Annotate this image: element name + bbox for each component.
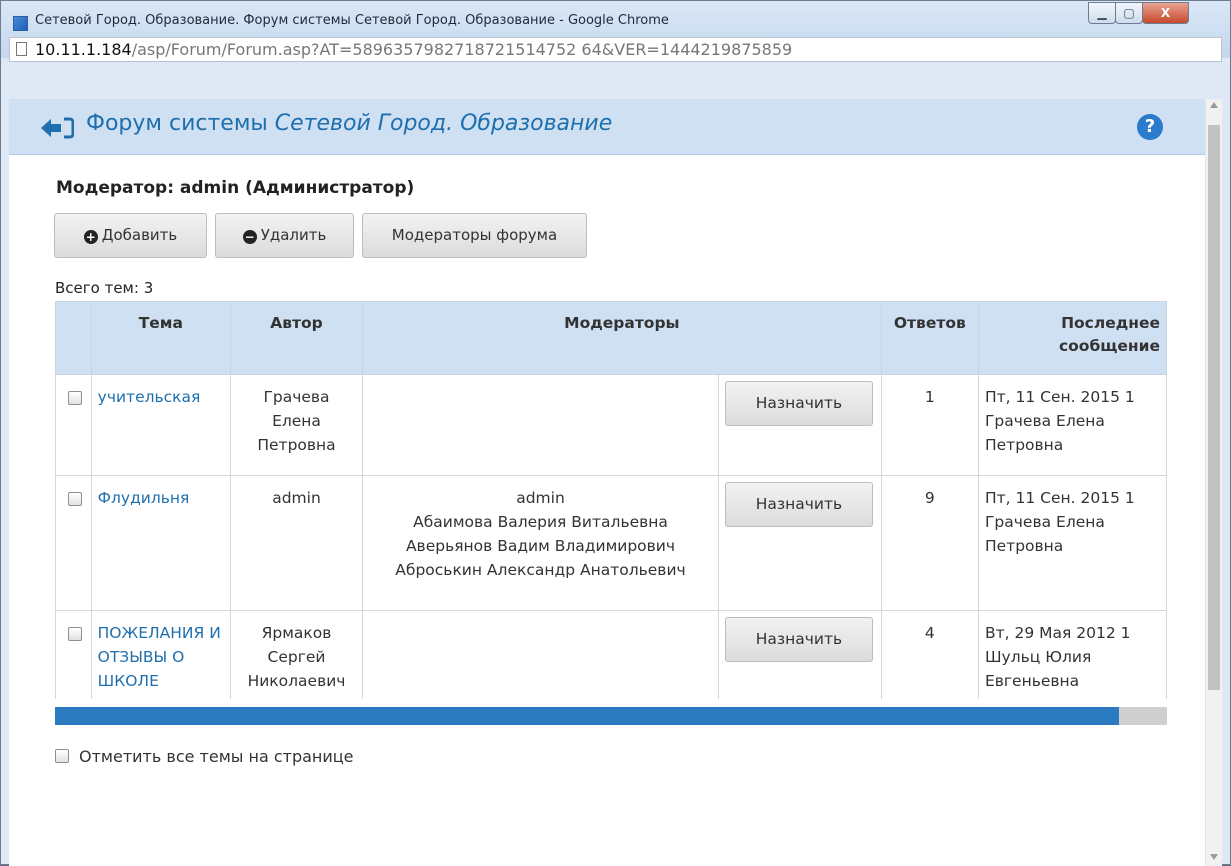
scroll-up-arrow-icon[interactable]	[1210, 102, 1218, 108]
address-bar[interactable]: 10.11.1.184/asp/Forum/Forum.asp?AT=58963…	[9, 37, 1222, 62]
horizontal-scrollbar[interactable]	[55, 707, 1167, 725]
last-message-cell: Пт, 11 Сен. 2015 1 Грачева Елена Петровна	[977, 475, 1167, 611]
moderator-name: Аверьянов Вадим Владимирович	[405, 537, 676, 555]
table-row: ПОЖЕЛАНИЯ И ОТЗЫВЫ О ШКОЛЕ Ярмаков Серге…	[55, 610, 1167, 699]
assign-button[interactable]: Назначить	[724, 482, 873, 527]
topic-link[interactable]: учительская	[98, 388, 201, 406]
moderator-name: Аброськин Александр Анатольевич	[395, 561, 686, 579]
topic-link[interactable]: ПОЖЕЛАНИЯ И ОТЗЫВЫ О ШКОЛЕ	[98, 624, 221, 690]
delete-button-label: Удалить	[260, 226, 327, 244]
vertical-scrollbar[interactable]	[1205, 99, 1222, 866]
table-row: Флудильня admin admin Абаимова Валерия В…	[55, 475, 1167, 611]
replies-cell: 1	[880, 374, 979, 476]
header-select	[55, 301, 92, 375]
last-message-author: Грачева Елена Петровна	[984, 412, 1105, 454]
last-message-author: Шульц Юлия Евгеньевна	[984, 648, 1092, 690]
page-viewport: Форум системы Сетевой Город. Образование…	[9, 99, 1222, 866]
forum-moderators-button[interactable]: Модераторы форума	[362, 213, 587, 258]
row-select-cell	[55, 610, 92, 699]
page-title-prefix: Форум системы	[86, 111, 275, 136]
replies-cell: 9	[880, 475, 979, 611]
moderators-cell	[362, 610, 719, 699]
moderators-cell: admin Абаимова Валерия Витальевна Аверья…	[362, 475, 719, 611]
vertical-scroll-thumb[interactable]	[1208, 125, 1220, 690]
plus-circle-icon: +	[83, 230, 98, 244]
delete-button[interactable]: − Удалить	[215, 213, 354, 258]
scroll-down-arrow-icon[interactable]	[1210, 854, 1218, 860]
app-icon	[13, 16, 28, 31]
row-select-cell	[55, 475, 92, 611]
help-icon[interactable]: ?	[1137, 114, 1163, 140]
row-checkbox[interactable]	[68, 391, 82, 405]
select-all-label: Отметить все темы на странице	[79, 747, 354, 766]
window-title: Сетевой Город. Образование. Форум систем…	[35, 13, 669, 28]
moderators-cell	[362, 374, 719, 476]
author-cell: admin	[229, 475, 364, 611]
header-topic[interactable]: Тема	[90, 301, 231, 375]
topics-table-wrapper: Тема Автор Модераторы Ответов Последнее …	[55, 301, 1167, 699]
add-button-label: Добавить	[101, 226, 178, 244]
page-icon	[16, 42, 27, 56]
last-message-cell: Пт, 11 Сен. 2015 1 Грачева Елена Петровна	[977, 374, 1167, 476]
url-text[interactable]: 10.11.1.184/asp/Forum/Forum.asp?AT=58963…	[35, 40, 792, 59]
moderator-name: admin	[516, 489, 565, 507]
author-cell: Ярмаков Сергей Николаевич	[229, 610, 364, 699]
back-icon[interactable]	[40, 117, 74, 139]
header-author[interactable]: Автор	[229, 301, 364, 375]
close-button[interactable]: X	[1142, 2, 1189, 24]
last-message-date: Вт, 29 Мая 2012 1	[984, 624, 1131, 642]
maximize-button[interactable]: ▢	[1115, 2, 1143, 24]
replies-cell: 4	[880, 610, 979, 699]
assign-button[interactable]: Назначить	[724, 617, 873, 662]
horizontal-scroll-thumb[interactable]	[55, 707, 1119, 725]
row-checkbox[interactable]	[68, 627, 82, 641]
table-row: учительская Грачева Елена Петровна Назна…	[55, 374, 1167, 476]
total-topics: Всего тем: 3	[55, 279, 154, 297]
minimize-button[interactable]: ▁	[1088, 2, 1116, 24]
browser-window: Сетевой Город. Образование. Форум систем…	[0, 0, 1231, 866]
assign-cell: Назначить	[717, 475, 882, 611]
forum-header: Форум системы Сетевой Город. Образование…	[9, 99, 1205, 155]
last-message-date: Пт, 11 Сен. 2015 1	[984, 388, 1135, 406]
page-title: Форум системы Сетевой Город. Образование	[86, 111, 612, 136]
moderator-line: Модератор: admin (Администратор)	[56, 178, 415, 198]
header-replies[interactable]: Ответов	[880, 301, 979, 375]
moderator-name: Абаимова Валерия Витальевна	[413, 513, 668, 531]
header-moderators: Модераторы	[362, 301, 882, 375]
assign-button[interactable]: Назначить	[724, 381, 873, 426]
minus-circle-icon: −	[242, 230, 257, 244]
select-all[interactable]: Отметить все темы на странице	[55, 747, 354, 766]
page-title-italic: Сетевой Город. Образование	[274, 111, 613, 136]
row-select-cell	[55, 374, 92, 476]
add-button[interactable]: + Добавить	[54, 213, 207, 258]
assign-cell: Назначить	[717, 610, 882, 699]
assign-cell: Назначить	[717, 374, 882, 476]
header-last-message[interactable]: Последнее сообщение	[977, 301, 1167, 375]
table-header-row: Тема Автор Модераторы Ответов Последнее …	[55, 301, 1167, 375]
row-checkbox[interactable]	[68, 492, 82, 506]
last-message-author: Грачева Елена Петровна	[984, 513, 1105, 555]
last-message-cell: Вт, 29 Мая 2012 1 Шульц Юлия Евгеньевна	[977, 610, 1167, 699]
url-host: 10.11.1.184	[35, 40, 132, 59]
topics-table: Тема Автор Модераторы Ответов Последнее …	[55, 301, 1167, 699]
last-message-date: Пт, 11 Сен. 2015 1	[984, 489, 1135, 507]
url-path: /asp/Forum/Forum.asp?AT=5896357982718721…	[131, 40, 793, 59]
select-all-checkbox[interactable]	[55, 749, 69, 763]
topic-link[interactable]: Флудильня	[98, 489, 190, 507]
author-cell: Грачева Елена Петровна	[229, 374, 364, 476]
